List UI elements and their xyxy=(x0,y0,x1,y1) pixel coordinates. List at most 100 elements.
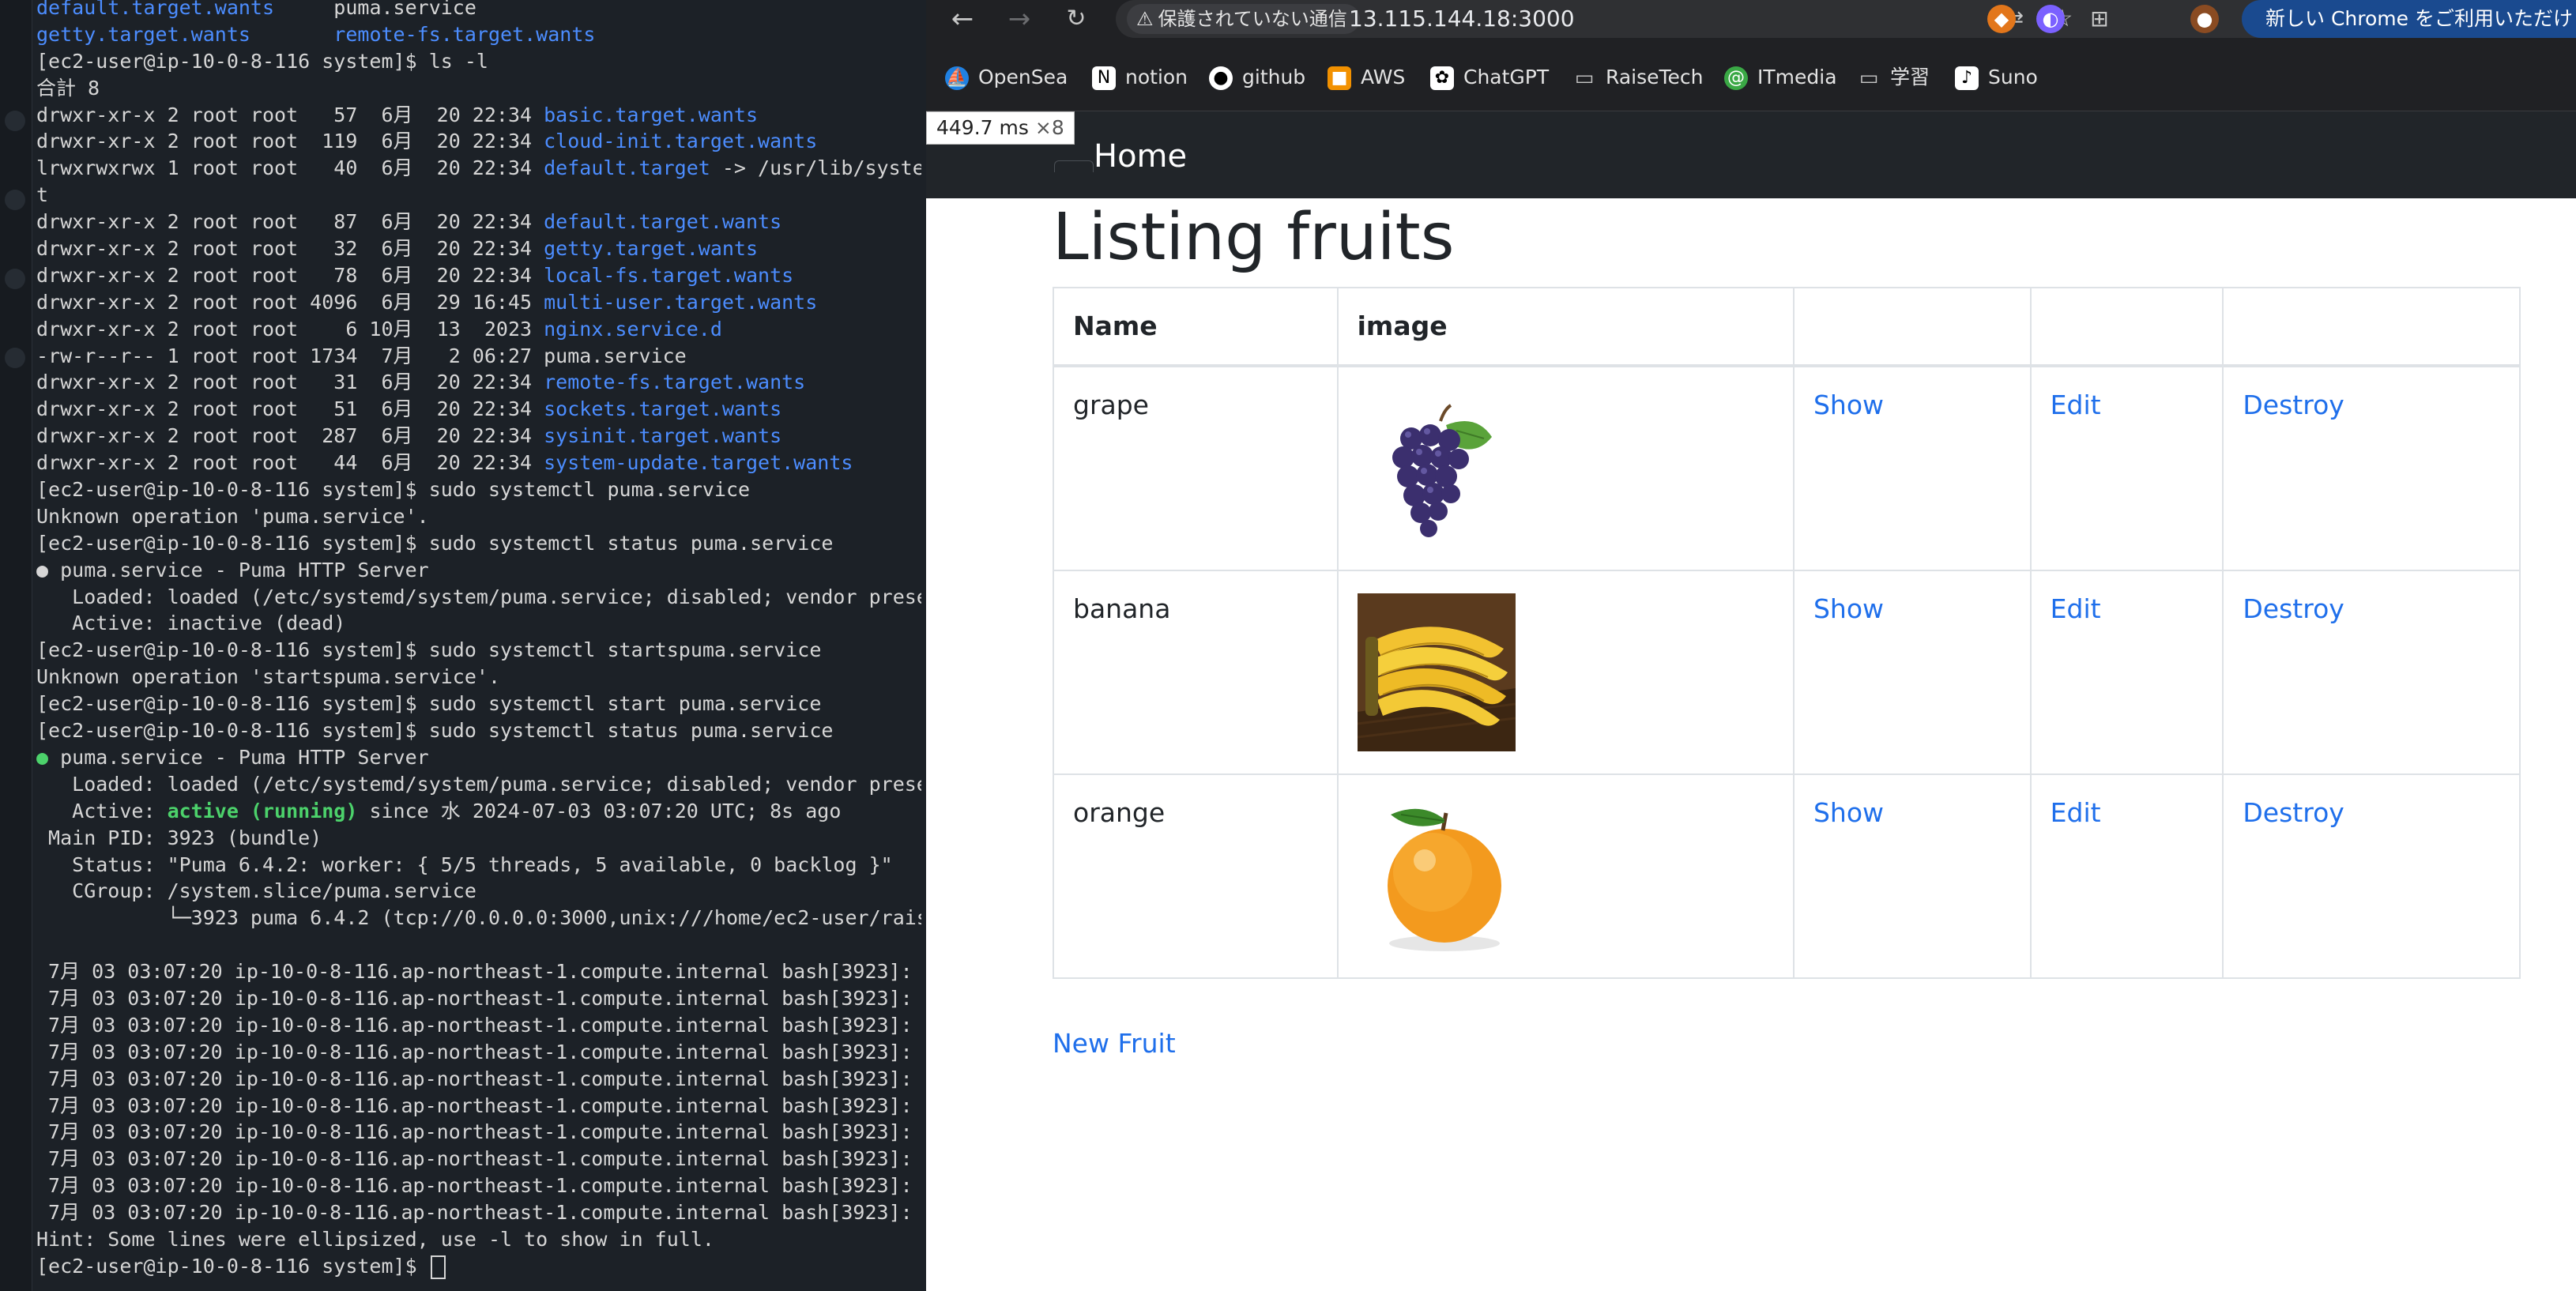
terminal-text: puma.service - Puma HTTP Server xyxy=(48,745,429,769)
terminal-text: 7月 03 03:07:20 ip-10-0-8-116.ap-northeas… xyxy=(36,1174,921,1198)
terminal-line: 7月 03 03:07:20 ip-10-0-8-116.ap-northeas… xyxy=(36,985,921,1012)
bookmark-aws[interactable]: ■ AWS xyxy=(1328,62,1405,93)
column-header-image: image xyxy=(1336,287,1795,367)
terminal-line: [ec2-user@ip-10-0-8-116 system]$ sudo sy… xyxy=(36,717,921,744)
show-link[interactable]: Show xyxy=(1813,593,1884,624)
terminal-text: [ec2-user@ip-10-0-8-116 system]$ sudo sy… xyxy=(36,478,751,502)
terminal-text: default.target.wants xyxy=(36,0,275,19)
edit-link[interactable]: Edit xyxy=(2051,390,2101,420)
terminal-text: 7月 03 03:07:20 ip-10-0-8-116.ap-northeas… xyxy=(36,1067,921,1090)
terminal-line: Main PID: 3923 (bundle) xyxy=(36,825,921,852)
terminal-text: sysinit.target.wants xyxy=(544,424,782,448)
navbar-toggler[interactable] xyxy=(1054,160,1094,172)
terminal-text: puma.service xyxy=(274,0,476,19)
table-row: orange Show Edit Destroy xyxy=(1053,773,2521,979)
folder-icon: ▭ xyxy=(1859,66,1879,90)
terminal-line: 7月 03 03:07:20 ip-10-0-8-116.ap-northeas… xyxy=(36,1066,921,1093)
security-indicator[interactable]: ⚠ 保護されていない通信 xyxy=(1127,4,1360,34)
suno-icon: ♪ xyxy=(1955,66,1979,90)
url-text[interactable]: 13.115.144.18:3000 xyxy=(1349,0,1575,38)
terminal-line: [ec2-user@ip-10-0-8-116 system]$ sudo sy… xyxy=(36,476,921,503)
terminal-text: Unknown operation 'puma.service'. xyxy=(36,504,429,528)
chatgpt-icon: ✿ xyxy=(1430,66,1454,90)
bookmark-label: 学習 xyxy=(1890,66,1930,88)
perf-value: 449.7 xyxy=(936,116,993,139)
terminal-text: 7月 03 03:07:20 ip-10-0-8-116.ap-northeas… xyxy=(36,1201,921,1225)
bookmark-raisetech[interactable]: ▭ RaiseTech xyxy=(1572,62,1704,93)
terminal-line: Loaded: loaded (/etc/systemd/system/puma… xyxy=(36,771,921,798)
terminal-text: drwxr-xr-x 2 root root 57 6月 20 22:34 xyxy=(36,103,544,126)
strip-icon xyxy=(5,269,25,289)
show-link[interactable]: Show xyxy=(1813,390,1884,420)
terminal-text: lrwxrwxrwx 1 root root 40 6月 20 22:34 xyxy=(36,156,544,180)
bookmark-suno[interactable]: ♪ Suno xyxy=(1955,62,2038,93)
bookmark-notion[interactable]: Nnotion xyxy=(1092,62,1188,93)
extension-icon[interactable]: ◐ xyxy=(2036,5,2065,33)
terminal-line: Unknown operation 'puma.service'. xyxy=(36,503,921,530)
terminal-text: active (running) xyxy=(167,799,358,822)
terminal-text: [ec2-user@ip-10-0-8-116 system]$ sudo sy… xyxy=(36,692,822,716)
terminal-line: -rw-r--r-- 1 root root 1734 7月 2 06:27 p… xyxy=(36,343,921,370)
destroy-link[interactable]: Destroy xyxy=(2243,390,2344,420)
reload-icon[interactable]: ↻ xyxy=(1059,2,1094,36)
edit-link[interactable]: Edit xyxy=(2051,797,2101,828)
terminal-line: drwxr-xr-x 2 root root 287 6月 20 22:34 s… xyxy=(36,423,921,450)
grape-image xyxy=(1357,390,1516,548)
bookmark-opensea[interactable]: ⛵ OpenSea xyxy=(945,62,1068,93)
nav-home-link[interactable]: Home xyxy=(1094,137,1187,176)
terminal-line: └─3923 puma 6.4.2 (tcp://0.0.0.0:3000,un… xyxy=(36,905,921,932)
terminal-text: └─3923 puma 6.4.2 (tcp://0.0.0.0:3000,un… xyxy=(36,906,921,930)
terminal-text: drwxr-xr-x 2 root root 4096 6月 29 16:45 xyxy=(36,290,544,314)
terminal-line: Hint: Some lines were ellipsized, use -l… xyxy=(36,1226,921,1253)
bookmark-itmedia[interactable]: @ ITmedia xyxy=(1724,62,1837,93)
show-cell: Show xyxy=(1792,570,2032,775)
bookmark-github[interactable]: ● github xyxy=(1209,62,1305,93)
terminal-text: 7月 03 03:07:20 ip-10-0-8-116.ap-northeas… xyxy=(36,960,921,984)
edit-link[interactable]: Edit xyxy=(2051,593,2101,624)
terminal-text: drwxr-xr-x 2 root root 119 6月 20 22:34 xyxy=(36,130,544,153)
bookmark-label: ITmedia xyxy=(1757,66,1837,88)
terminal-line: drwxr-xr-x 2 root root 44 6月 20 22:34 sy… xyxy=(36,450,921,476)
destroy-link[interactable]: Destroy xyxy=(2243,593,2344,624)
terminal-text: 7月 03 03:07:20 ip-10-0-8-116.ap-northeas… xyxy=(36,1013,921,1037)
destroy-link[interactable]: Destroy xyxy=(2243,797,2344,828)
terminal-text: Status: "Puma 6.4.2: worker: { 5/5 threa… xyxy=(36,853,893,876)
terminal-text: Active: inactive (dead) xyxy=(36,612,346,635)
profile-avatar[interactable]: ● xyxy=(2190,5,2219,33)
terminal-text: -> /usr/lib/systemd/sys xyxy=(721,156,921,180)
terminal-text: drwxr-xr-x 2 root root 78 6月 20 22:34 xyxy=(36,263,544,287)
browser-toolbar: ← → ↻ ⚠保護されていない通信 13.115.144.18:3000 ⇄ ☆… xyxy=(926,0,2576,40)
folder-icon: ▭ xyxy=(1574,66,1595,90)
chrome-update-button[interactable]: 新しい Chrome をご利用いただけます xyxy=(2242,0,2576,38)
terminal-window[interactable]: default.target.wants puma.service getty.t… xyxy=(0,0,926,1291)
forward-arrow-icon[interactable]: → xyxy=(1002,2,1037,36)
destroy-cell: Destroy xyxy=(2222,570,2521,775)
show-link[interactable]: Show xyxy=(1813,797,1884,828)
address-bar[interactable]: ⚠保護されていない通信 13.115.144.18:3000 ⇄ ☆ xyxy=(1116,0,2317,38)
metamask-icon[interactable]: ◆ xyxy=(1987,5,2016,33)
terminal-side-strip xyxy=(0,0,32,1291)
terminal-cursor xyxy=(430,1255,446,1279)
back-arrow-icon[interactable]: ← xyxy=(945,2,980,36)
fruit-name: orange xyxy=(1053,773,1339,979)
new-fruit-link[interactable]: New Fruit xyxy=(1053,1028,1176,1059)
terminal-line: 7月 03 03:07:20 ip-10-0-8-116.ap-northeas… xyxy=(36,1172,921,1199)
terminal-line: t xyxy=(36,182,921,209)
terminal-line: [ec2-user@ip-10-0-8-116 system]$ sudo sy… xyxy=(36,691,921,717)
terminal-text: 7月 03 03:07:20 ip-10-0-8-116.ap-northeas… xyxy=(36,1147,921,1171)
extensions-puzzle-icon[interactable]: ⊞ xyxy=(2085,5,2114,33)
banana-image xyxy=(1357,593,1516,751)
terminal-text: remote-fs.target.wants xyxy=(333,22,596,46)
terminal-text: drwxr-xr-x 2 root root 6 10月 13 2023 xyxy=(36,317,544,341)
terminal-text: 合計 8 xyxy=(36,76,100,100)
terminal-line: 7月 03 03:07:20 ip-10-0-8-116.ap-northeas… xyxy=(36,1146,921,1172)
terminal-line: [ec2-user@ip-10-0-8-116 system]$ xyxy=(36,1253,921,1280)
terminal-text: 7月 03 03:07:20 ip-10-0-8-116.ap-northeas… xyxy=(36,1093,921,1117)
terminal-text: 7月 03 03:07:20 ip-10-0-8-116.ap-northeas… xyxy=(36,1120,921,1144)
fruit-image-cell xyxy=(1336,773,1795,979)
terminal-line: 合計 8 xyxy=(36,75,921,102)
bookmark-chatgpt[interactable]: ✿ ChatGPT xyxy=(1430,62,1549,93)
bookmark-study[interactable]: ▭ 学習 xyxy=(1857,62,1930,93)
